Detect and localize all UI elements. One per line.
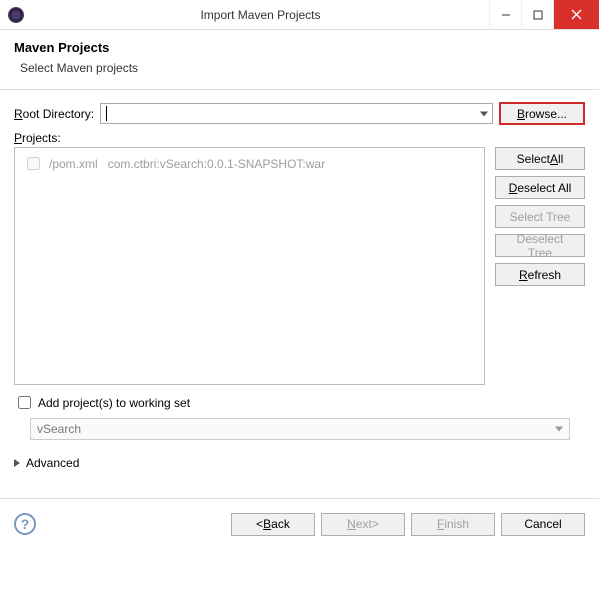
deselect-all-button[interactable]: Deselect All: [495, 176, 585, 199]
cancel-button[interactable]: Cancel: [501, 513, 585, 536]
root-directory-row: Root Directory: Browse...: [14, 102, 585, 125]
minimize-icon: [501, 10, 511, 20]
next-button: Next >: [321, 513, 405, 536]
back-button[interactable]: < Back: [231, 513, 315, 536]
projects-label: Projects:: [14, 131, 585, 145]
project-item[interactable]: /pom.xml com.ctbri:vSearch:0.0.1-SNAPSHO…: [23, 154, 476, 173]
projects-listbox[interactable]: /pom.xml com.ctbri:vSearch:0.0.1-SNAPSHO…: [14, 147, 485, 385]
select-all-button[interactable]: Select All: [495, 147, 585, 170]
add-to-working-set-row[interactable]: Add project(s) to working set: [14, 393, 585, 412]
root-directory-label: Root Directory:: [14, 107, 94, 121]
project-gav: com.ctbri:vSearch:0.0.1-SNAPSHOT:war: [108, 157, 325, 171]
side-buttons: Select All Deselect All Select Tree Dese…: [495, 147, 585, 286]
close-button[interactable]: [553, 0, 599, 29]
working-set-section: Add project(s) to working set vSearch: [14, 393, 585, 440]
button-bar: ? < Back Next > Finish Cancel: [0, 499, 599, 549]
triangle-right-icon: [14, 459, 20, 467]
advanced-toggle[interactable]: Advanced: [14, 456, 585, 470]
root-directory-input[interactable]: [101, 104, 472, 123]
projects-section: /pom.xml com.ctbri:vSearch:0.0.1-SNAPSHO…: [14, 147, 585, 385]
window-title: Import Maven Projects: [32, 8, 489, 22]
window-controls: [489, 0, 599, 29]
form-body: Root Directory: Browse... Projects: /pom…: [0, 90, 599, 470]
chevron-down-icon: [480, 111, 488, 116]
close-icon: [571, 9, 582, 20]
root-directory-combo[interactable]: [100, 103, 493, 124]
deselect-tree-button: Deselect Tree: [495, 234, 585, 257]
eclipse-icon: [8, 7, 24, 23]
title-bar: Import Maven Projects: [0, 0, 599, 30]
chevron-down-icon: [555, 427, 563, 432]
project-checkbox[interactable]: [27, 157, 40, 170]
finish-button: Finish: [411, 513, 495, 536]
maximize-button[interactable]: [521, 0, 553, 29]
add-to-working-set-checkbox[interactable]: [18, 396, 31, 409]
browse-button[interactable]: Browse...: [499, 102, 585, 125]
page-title: Maven Projects: [14, 40, 585, 55]
add-to-working-set-label: Add project(s) to working set: [38, 396, 190, 410]
refresh-button[interactable]: Refresh: [495, 263, 585, 286]
working-set-combo[interactable]: vSearch: [30, 418, 570, 440]
page-subtitle: Select Maven projects: [20, 61, 585, 75]
wizard-header: Maven Projects Select Maven projects: [0, 30, 599, 90]
select-tree-button: Select Tree: [495, 205, 585, 228]
text-cursor: [106, 106, 107, 121]
working-set-value: vSearch: [37, 422, 81, 436]
advanced-label: Advanced: [26, 456, 79, 470]
help-icon[interactable]: ?: [14, 513, 36, 535]
maximize-icon: [533, 10, 543, 20]
minimize-button[interactable]: [489, 0, 521, 29]
project-path: /pom.xml: [49, 157, 98, 171]
